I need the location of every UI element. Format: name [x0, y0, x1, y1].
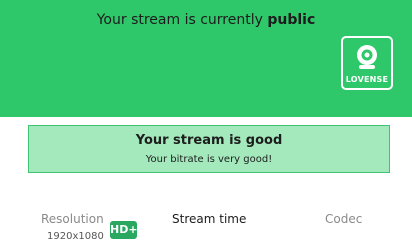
resolution-label: Resolution [41, 212, 104, 226]
stream-visibility-text: Your stream is currently public [0, 12, 412, 28]
stream-time-label: Stream time [172, 212, 247, 226]
codec-label: Codec [325, 212, 363, 226]
stream-status-header: Your stream is currently public LOVENSE [0, 0, 412, 117]
webcam-icon [357, 45, 377, 69]
lovense-label: LOVENSE [345, 75, 389, 84]
resolution-value: 1920x1080 [47, 231, 104, 242]
stream-health-box: Your stream is good Your bitrate is very… [28, 125, 390, 173]
visibility-prefix: Your stream is currently [96, 12, 263, 28]
hd-badge: HD+ [110, 221, 138, 239]
stream-health-title: Your stream is good [135, 133, 283, 148]
lovense-button[interactable]: LOVENSE [341, 36, 393, 90]
bitrate-message: Your bitrate is very good! [145, 154, 273, 165]
visibility-value: public [267, 12, 316, 28]
